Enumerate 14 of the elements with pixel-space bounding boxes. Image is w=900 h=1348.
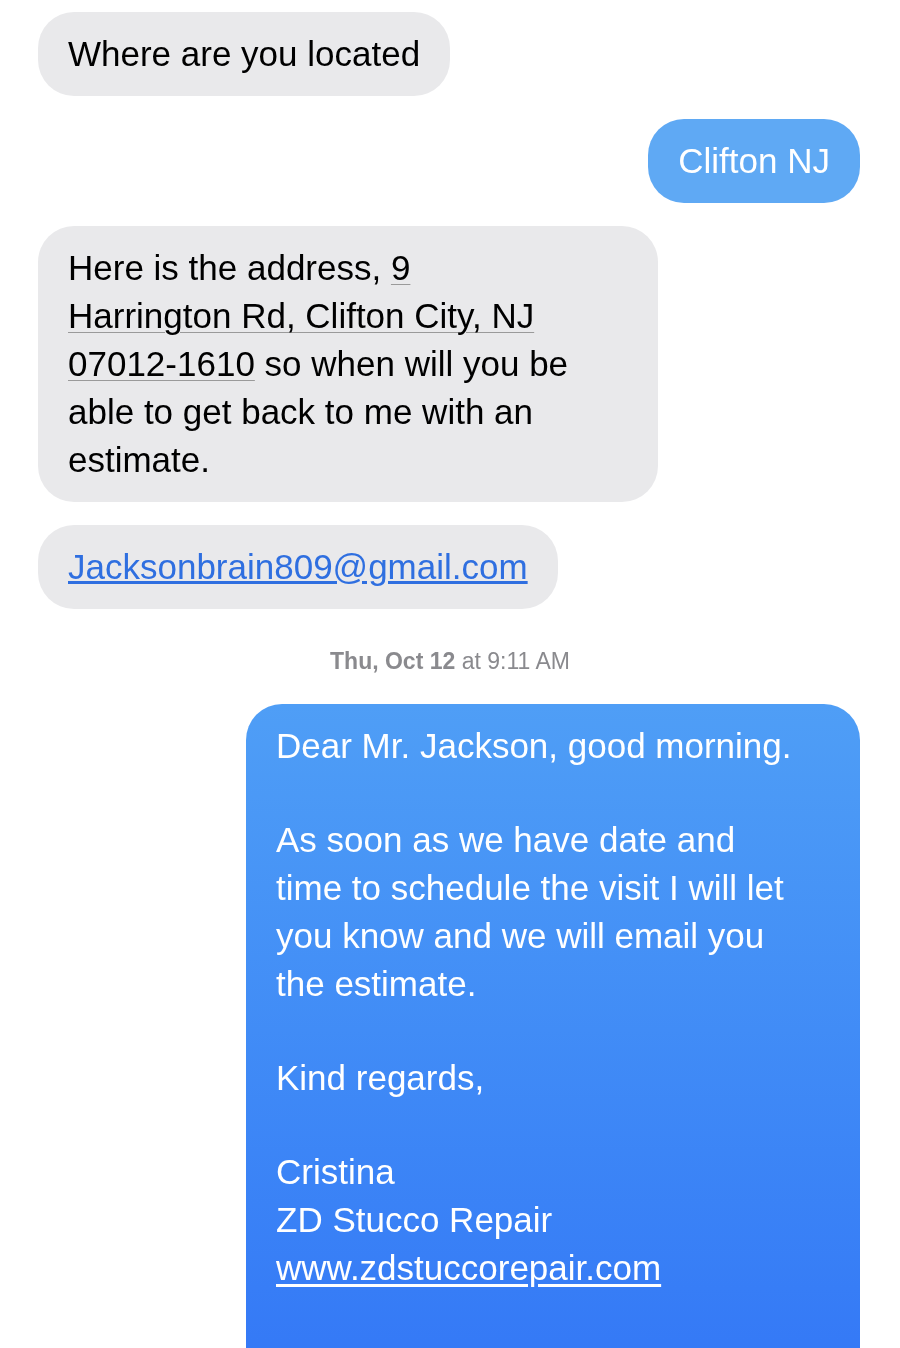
- email-link[interactable]: Jacksonbrain809@gmail.com: [68, 547, 528, 586]
- message-text: Cristina: [276, 1150, 396, 1193]
- address-link[interactable]: 9: [390, 248, 411, 287]
- address-link[interactable]: Harrington Rd, Clifton City, NJ: [68, 296, 535, 335]
- website-link[interactable]: www.zdstuccorepair.com: [276, 1243, 800, 1292]
- message-text: Kind regards,: [276, 1056, 486, 1099]
- message-text: Where are you located: [68, 33, 421, 75]
- message-text: As soon as we have date and time to schedule the visit I will let you know and we will email you the estimate.: [276, 818, 785, 1005]
- message-text: Here is the address, 9 Harrington Rd, Clifton City, NJ 07012-1610 so when will you be able to get back to me with an estimate.: [68, 247, 570, 481]
- address-link[interactable]: 07012-1610: [68, 344, 255, 383]
- message-text: Clifton NJ: [678, 140, 830, 182]
- timestamp: Thu, Oct 12 at 9:11 AM: [330, 647, 570, 676]
- message-text: Dear Mr. Jackson, good morning.: [276, 724, 793, 767]
- message-text: ZD Stucco Repair: [276, 1198, 554, 1241]
